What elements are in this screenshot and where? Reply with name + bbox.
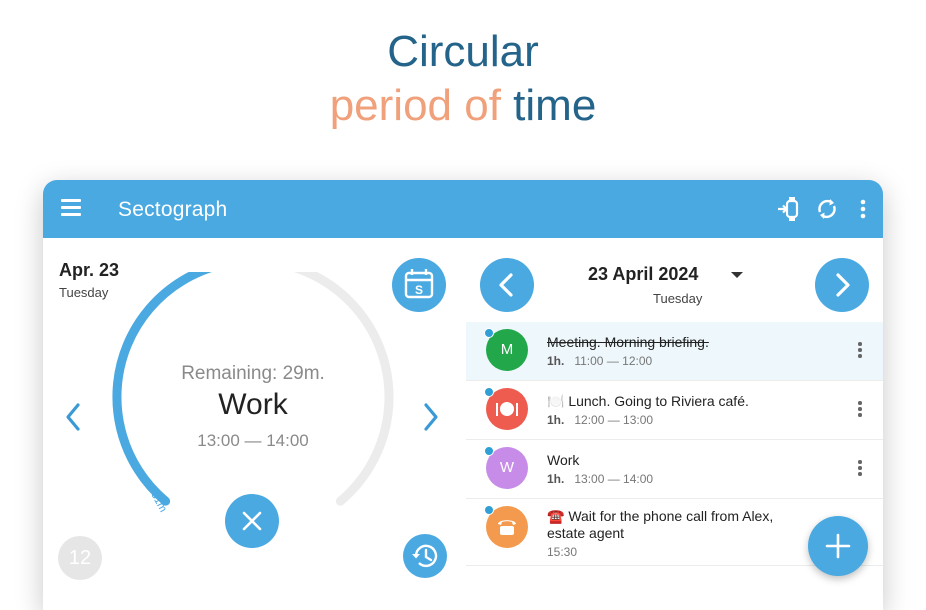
event-time: 12:00 — 13:00 xyxy=(574,413,654,427)
selected-date[interactable]: 23 April 2024 xyxy=(588,264,698,285)
next-day-button[interactable] xyxy=(815,258,869,312)
date-dropdown-icon[interactable] xyxy=(731,272,743,278)
refresh-icon[interactable] xyxy=(813,195,841,223)
left-weekday: Tuesday xyxy=(59,285,109,300)
event-title: Meeting. Morning briefing. xyxy=(547,334,709,350)
event-meta: 1h. 13:00 — 14:00 xyxy=(547,472,653,486)
close-event-button[interactable] xyxy=(225,494,279,548)
list-item[interactable]: M Meeting. Morning briefing. 1h. 11:00 — … xyxy=(466,322,883,381)
calendar-letter: S xyxy=(415,283,423,297)
watch-sync-icon[interactable] xyxy=(775,195,803,223)
event-title: Work xyxy=(547,452,580,468)
avatar-letter: W xyxy=(499,459,515,476)
close-icon xyxy=(242,511,262,531)
tablet-frame: Sectograph Apr. 23 Tuesday S 31m Remaini… xyxy=(43,180,883,610)
history-button[interactable] xyxy=(403,534,447,578)
status-dot xyxy=(484,328,494,338)
add-event-button[interactable] xyxy=(808,516,868,576)
dial-arc-label: 31m xyxy=(148,490,169,515)
current-event-time: 13:00 — 14:00 xyxy=(197,431,309,450)
menu-icon[interactable] xyxy=(61,199,81,219)
selected-weekday: Tuesday xyxy=(653,291,703,306)
event-meta: 1h. 11:00 — 12:00 xyxy=(547,354,652,368)
more-vert-icon[interactable] xyxy=(849,195,877,223)
event-title: ☎️ Wait for the phone call from Alex, xyxy=(547,508,774,524)
avatar xyxy=(484,387,528,430)
chevron-right-icon[interactable] xyxy=(419,400,443,434)
status-dot xyxy=(484,387,494,397)
prev-day-button[interactable] xyxy=(480,258,534,312)
history-icon xyxy=(412,544,438,568)
event-duration: 1h. xyxy=(547,472,565,486)
more-vert-icon[interactable] xyxy=(857,342,863,360)
event-time: 11:00 — 12:00 xyxy=(574,354,653,368)
app-bar: Sectograph xyxy=(43,180,883,238)
chevron-left-icon[interactable] xyxy=(61,400,85,434)
event-duration: 1h. xyxy=(547,354,565,368)
headline-time: time xyxy=(513,81,597,130)
avatar xyxy=(484,505,528,548)
status-dot xyxy=(484,505,494,515)
headline-line1: Circular xyxy=(387,27,539,76)
more-vert-icon[interactable] xyxy=(857,401,863,419)
event-title-line2: estate agent xyxy=(547,525,625,541)
headline-period-of: period of xyxy=(329,81,501,130)
avatar-letter: M xyxy=(500,341,514,358)
current-event-name: Work xyxy=(218,388,288,421)
avatar: M xyxy=(484,328,528,371)
hour-badge: 12 xyxy=(58,536,102,580)
chevron-left-icon xyxy=(499,273,513,297)
dial-progress-arc xyxy=(112,272,213,506)
dial-track xyxy=(112,272,394,506)
more-vert-icon[interactable] xyxy=(857,460,863,478)
event-meta: 1h. 12:00 — 13:00 xyxy=(547,413,653,427)
chevron-right-icon xyxy=(836,273,850,297)
event-title: 🍽️ Lunch. Going to Riviera café. xyxy=(547,393,749,409)
event-time: 13:00 — 14:00 xyxy=(574,472,654,486)
app-title: Sectograph xyxy=(118,198,228,221)
remaining-time: Remaining: 29m. xyxy=(181,363,325,384)
avatar: W xyxy=(484,446,528,489)
list-item[interactable]: 🍽️ Lunch. Going to Riviera café. 1h. 12:0… xyxy=(466,381,883,440)
plus-icon xyxy=(825,533,851,559)
event-time: 15:30 xyxy=(547,545,578,559)
headline-line2: period of time xyxy=(0,80,926,132)
event-duration: 1h. xyxy=(547,413,565,427)
status-dot xyxy=(484,446,494,456)
list-item[interactable]: W Work 1h. 13:00 — 14:00 xyxy=(466,440,883,499)
